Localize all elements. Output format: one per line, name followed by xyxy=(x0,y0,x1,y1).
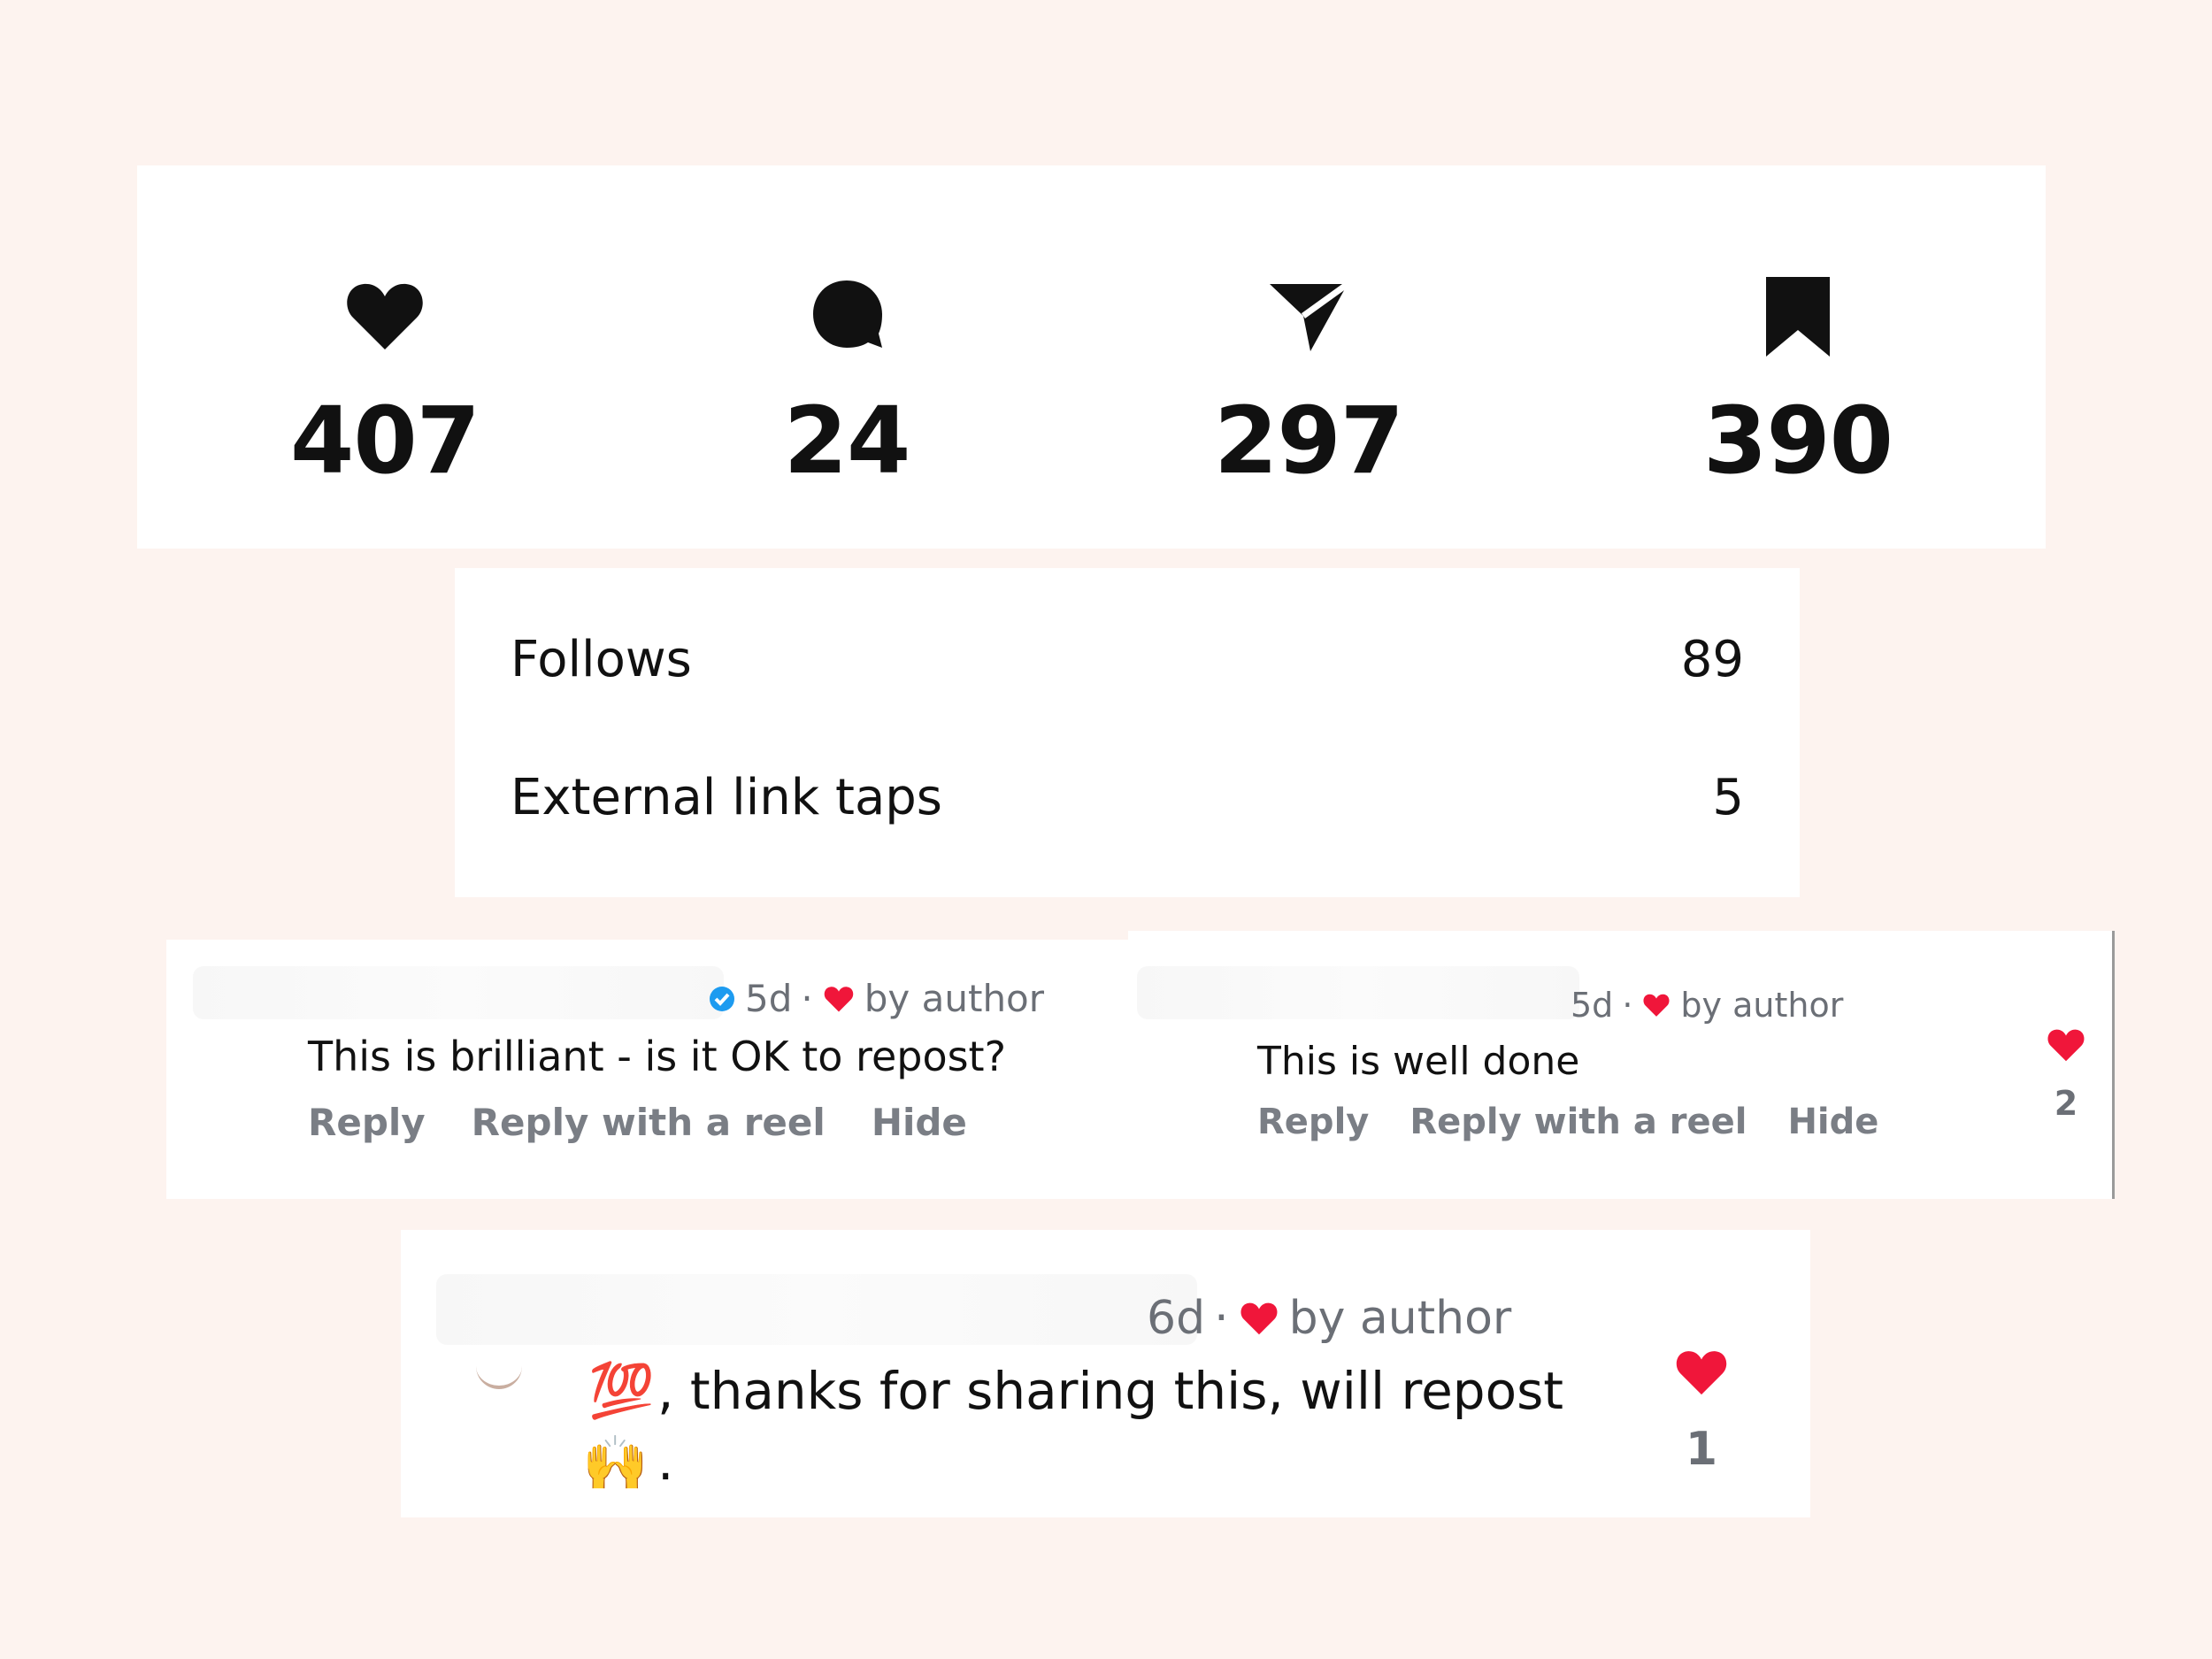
separator-dot: · xyxy=(1622,986,1633,1025)
send-icon xyxy=(1264,272,1353,360)
metrics-list: Follows 89 External link taps 5 xyxy=(455,568,1800,897)
comment-text: This is brilliant - is it OK to repost? xyxy=(308,1033,1007,1080)
comment-bubble-icon xyxy=(803,272,891,360)
comment-card: 5d · by author This is brilliant - is it… xyxy=(166,940,1131,1199)
shares-stat: 297 xyxy=(1176,165,1441,549)
heart-icon xyxy=(341,272,429,360)
avatar xyxy=(476,1363,522,1389)
reply-with-reel-button[interactable]: Reply with a reel xyxy=(1409,1102,1747,1142)
liked-heart-icon xyxy=(1643,994,1670,1017)
separator-dot: · xyxy=(801,977,813,1020)
like-heart-icon[interactable] xyxy=(1672,1343,1731,1402)
comment-time: 6d xyxy=(1147,1292,1206,1345)
comment-time: 5d xyxy=(745,977,793,1020)
post-stats-card: 407 24 297 390 xyxy=(137,165,2046,549)
like-heart-icon[interactable] xyxy=(2045,1024,2087,1066)
metric-value: 89 xyxy=(1680,630,1744,688)
likes-count: 407 xyxy=(289,387,480,495)
liked-by-label: by author xyxy=(1680,986,1844,1025)
reply-with-reel-button[interactable]: Reply with a reel xyxy=(472,1101,826,1144)
username-blurred xyxy=(1137,966,1579,1019)
metric-value: 5 xyxy=(1712,768,1744,826)
comment-card: 6d · by author 💯 , thanks for sharing th… xyxy=(401,1230,1810,1517)
raising-hands-emoji: 🙌 xyxy=(582,1432,649,1494)
hide-button[interactable]: Hide xyxy=(872,1101,967,1144)
likes-stat: 407 xyxy=(252,165,518,549)
comments-stat: 24 xyxy=(714,165,979,549)
reply-button[interactable]: Reply xyxy=(1257,1102,1369,1142)
comment-actions: Reply Reply with a reel Hide xyxy=(1257,1102,1878,1142)
liked-heart-icon xyxy=(824,986,853,1011)
liked-heart-icon xyxy=(1240,1302,1278,1335)
verified-badge-icon xyxy=(710,986,734,1011)
saves-stat: 390 xyxy=(1665,165,1931,549)
comment-meta: 6d · by author xyxy=(1147,1292,1511,1345)
hide-button[interactable]: Hide xyxy=(1787,1102,1878,1142)
hundred-points-emoji: 💯 xyxy=(588,1360,655,1422)
liked-by-label: by author xyxy=(864,977,1045,1020)
comment-like-control[interactable]: 2 xyxy=(2031,1024,2101,1123)
comment-text: This is well done xyxy=(1257,1039,1580,1084)
comment-like-control[interactable]: 1 xyxy=(1666,1343,1737,1476)
comment-actions: Reply Reply with a reel Hide xyxy=(308,1101,967,1144)
comment-meta: 5d · by author xyxy=(1571,986,1843,1025)
shares-count: 297 xyxy=(1213,387,1404,495)
bookmark-icon xyxy=(1754,272,1842,360)
comment-text-line1: , thanks for sharing this, will repost xyxy=(657,1361,1564,1421)
reply-button[interactable]: Reply xyxy=(308,1101,426,1144)
username-blurred xyxy=(193,966,724,1019)
metric-label: External link taps xyxy=(511,768,942,826)
comments-count: 24 xyxy=(783,387,911,495)
comment-time: 5d xyxy=(1571,986,1614,1025)
username-blurred xyxy=(436,1274,1197,1345)
liked-by-label: by author xyxy=(1288,1292,1512,1345)
separator-dot: · xyxy=(1214,1292,1229,1345)
metric-row-follows: Follows 89 xyxy=(511,624,1744,695)
comment-card: 5d · by author This is well done Reply R… xyxy=(1128,931,2115,1199)
metric-row-external-link-taps: External link taps 5 xyxy=(511,762,1744,833)
like-count: 2 xyxy=(2054,1084,2078,1123)
saves-count: 390 xyxy=(1702,387,1893,495)
comment-meta: 5d · by author xyxy=(708,977,1044,1020)
metric-label: Follows xyxy=(511,630,692,688)
comment-text-line2: . xyxy=(657,1432,674,1492)
like-count: 1 xyxy=(1685,1423,1718,1476)
